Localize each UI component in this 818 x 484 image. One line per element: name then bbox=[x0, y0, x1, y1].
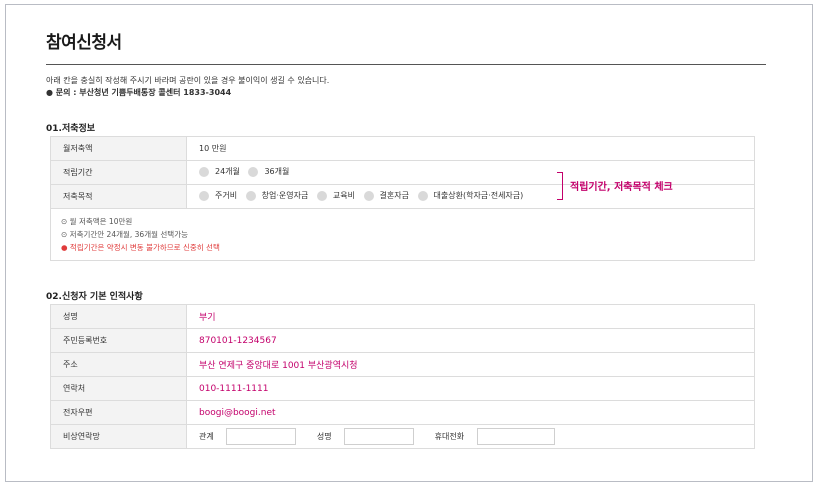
table-row: 전자우편 boogi@boogi.net bbox=[50, 400, 755, 425]
phone-label: 연락처 bbox=[50, 376, 187, 401]
purpose-label: 저축목적 bbox=[50, 184, 187, 209]
annotation-bracket bbox=[557, 172, 563, 200]
radio-label: 창업·운영자금 bbox=[261, 191, 309, 201]
radio-button-icon[interactable] bbox=[417, 190, 428, 201]
annotation-text: 적립기간, 저축목적 체크 bbox=[570, 182, 673, 193]
table-row: 연락처 010-1111-1111 bbox=[50, 376, 755, 401]
name-label: 성명 bbox=[50, 304, 187, 329]
radio-button-icon[interactable] bbox=[199, 190, 209, 201]
notice: 아래 칸을 충실히 작성해 주시기 바라며 공란이 있을 경우 불이익이 생길 … bbox=[46, 75, 329, 99]
relation-label: 관계 bbox=[199, 432, 214, 441]
period-label: 적립기간 bbox=[50, 160, 187, 185]
table-row: 성명 부기 bbox=[50, 304, 755, 329]
emergency-contact-fields: 관계 성명 휴대전화 bbox=[186, 424, 755, 449]
purpose-radio-business[interactable]: 창업·운영자금 bbox=[245, 190, 309, 201]
name-value[interactable]: 부기 bbox=[186, 304, 755, 329]
email-label: 전자우편 bbox=[50, 400, 187, 425]
table-row: ⊙ 월 저축액은 10만원 ⊙ 저축기간안 24개월, 36개월 선택가능 ● … bbox=[50, 208, 755, 261]
table-row: 비상연락망 관계 성명 휴대전화 bbox=[50, 424, 755, 449]
purpose-radio-education[interactable]: 교육비 bbox=[316, 190, 355, 201]
purpose-radio-wedding[interactable]: 결혼자금 bbox=[363, 190, 409, 201]
warning-note: ● 적립기간은 약정시 변동 불가하므로 신중히 선택 bbox=[61, 243, 220, 252]
mobile-phone-label: 휴대전화 bbox=[434, 432, 465, 441]
emergency-contact-label: 비상연락망 bbox=[50, 424, 187, 449]
period-radio-36[interactable]: 36개월 bbox=[248, 166, 289, 177]
note-item: ⊙ 월 저축액은 10만원 bbox=[61, 217, 133, 226]
radio-button-icon[interactable] bbox=[316, 190, 327, 201]
purpose-radio-loan[interactable]: 대출상환(학자금·전세자금) bbox=[417, 190, 524, 201]
radio-label: 결혼자금 bbox=[379, 191, 409, 201]
radio-label: 36개월 bbox=[264, 167, 290, 177]
emergency-name-input[interactable] bbox=[344, 428, 415, 445]
period-radio-24[interactable]: 24개월 bbox=[199, 166, 240, 177]
radio-button-icon[interactable] bbox=[248, 166, 259, 177]
resident-number-value[interactable]: 870101-1234567 bbox=[186, 328, 755, 353]
address-value[interactable]: 부산 연제구 중앙대로 1001 부산광역시청 bbox=[186, 352, 755, 377]
contact-info: ● 문의 : 부산청년 기쁨두배통장 콜센터 1833-3044 bbox=[46, 88, 232, 97]
relation-input[interactable] bbox=[226, 428, 297, 445]
title-divider bbox=[46, 64, 766, 65]
resident-number-label: 주민등록번호 bbox=[50, 328, 187, 353]
mobile-phone-input[interactable] bbox=[476, 428, 555, 445]
table-row: 주민등록번호 870101-1234567 bbox=[50, 328, 755, 353]
savings-notes: ⊙ 월 저축액은 10만원 ⊙ 저축기간안 24개월, 36개월 선택가능 ● … bbox=[50, 208, 755, 261]
emergency-name-label: 성명 bbox=[316, 432, 332, 441]
phone-value[interactable]: 010-1111-1111 bbox=[186, 376, 755, 401]
applicant-table: 성명 부기 주민등록번호 870101-1234567 주소 부산 연제구 중앙… bbox=[50, 304, 755, 449]
radio-label: 24개월 bbox=[215, 167, 240, 177]
purpose-radio-housing[interactable]: 주거비 bbox=[199, 190, 237, 201]
monthly-amount-label: 월저축액 bbox=[50, 136, 187, 161]
email-value[interactable]: boogi@boogi.net bbox=[186, 400, 755, 425]
radio-button-icon[interactable] bbox=[199, 166, 209, 177]
note-item: ⊙ 저축기간안 24개월, 36개월 선택가능 bbox=[61, 230, 188, 239]
section-title-applicant: 02.신청자 기본 인적사항 bbox=[46, 292, 143, 302]
section-title-savings: 01.저축정보 bbox=[46, 124, 96, 134]
radio-label: 교육비 bbox=[332, 191, 355, 201]
monthly-amount-value: 10 만원 bbox=[186, 136, 755, 161]
radio-button-icon[interactable] bbox=[363, 190, 374, 201]
radio-label: 주거비 bbox=[215, 191, 238, 201]
page-title: 참여신청서 bbox=[46, 33, 122, 53]
savings-table: 월저축액 10 만원 적립기간 24개월 36개월 저축목적 주거비 창업·운영… bbox=[50, 136, 755, 261]
radio-button-icon[interactable] bbox=[245, 190, 256, 201]
address-label: 주소 bbox=[50, 352, 187, 377]
table-row: 월저축액 10 만원 bbox=[50, 136, 755, 161]
table-row: 주소 부산 연제구 중앙대로 1001 부산광역시청 bbox=[50, 352, 755, 377]
notice-text: 아래 칸을 충실히 작성해 주시기 바라며 공란이 있을 경우 불이익이 생길 … bbox=[46, 76, 330, 85]
radio-label: 대출상환(학자금·전세자금) bbox=[433, 191, 524, 201]
